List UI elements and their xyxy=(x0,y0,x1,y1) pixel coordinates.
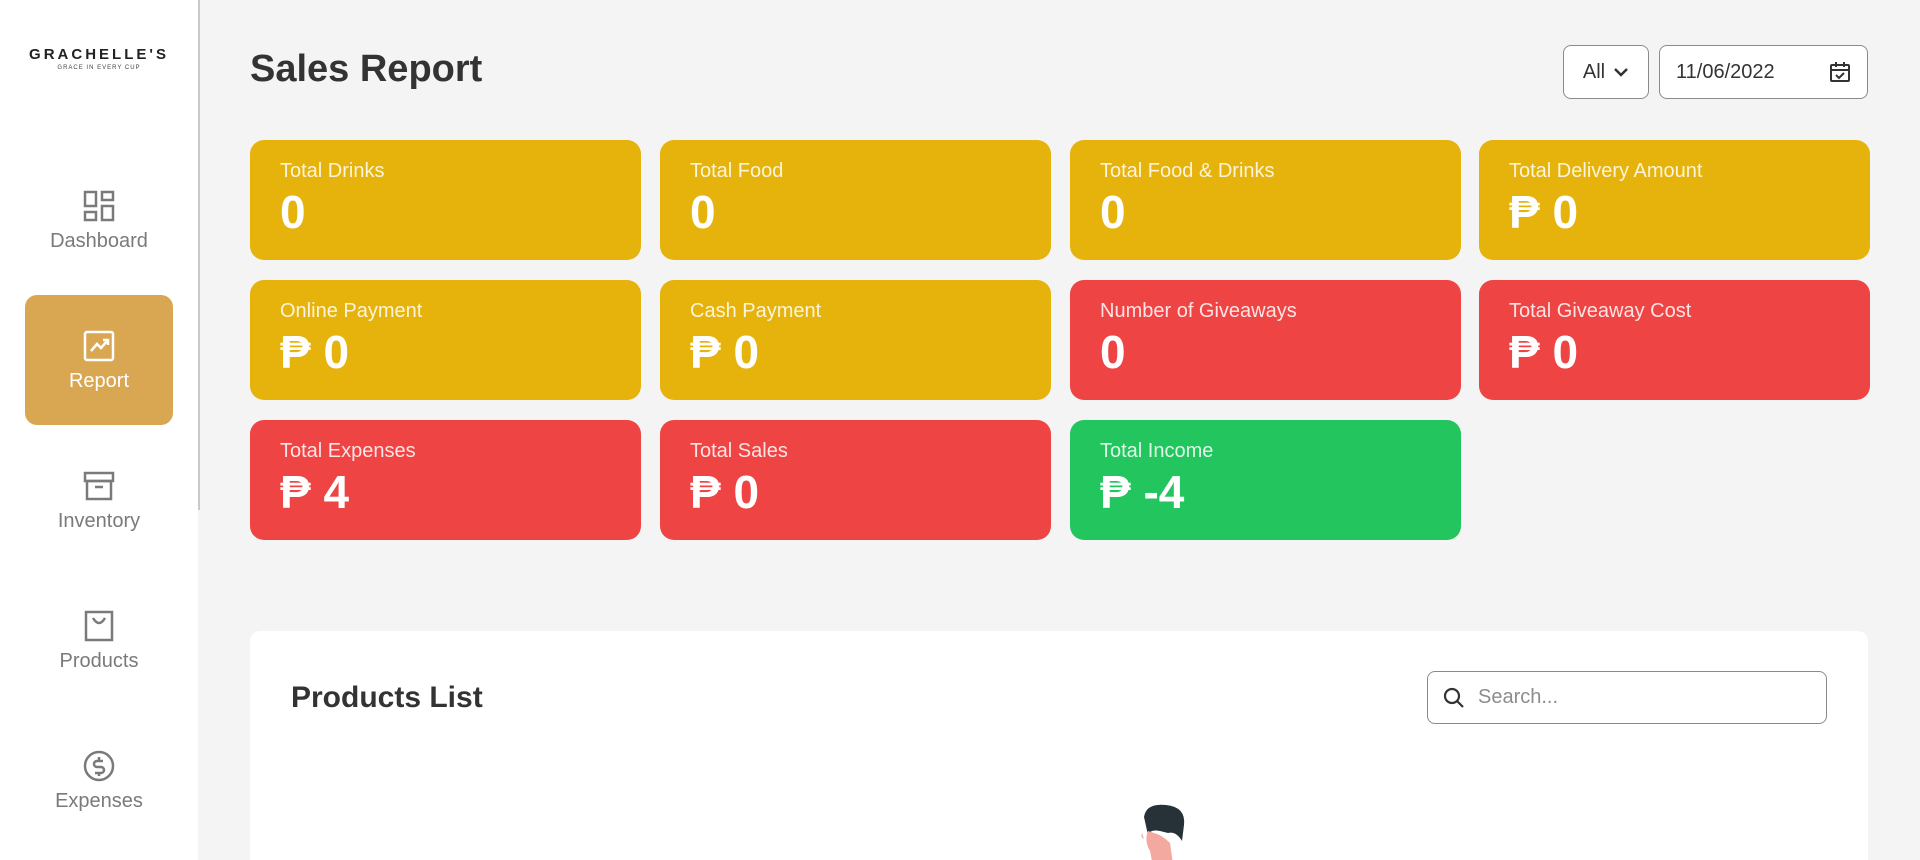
report-chart-icon xyxy=(83,330,115,361)
search-box[interactable] xyxy=(1427,671,1827,724)
stat-card-total-delivery-amount: Total Delivery Amount ₱ 0 xyxy=(1479,140,1870,260)
sidebar-item-label: Products xyxy=(59,649,139,672)
stat-card-online-payment: Online Payment ₱ 0 xyxy=(250,280,641,400)
stat-card-total-giveaway-cost: Total Giveaway Cost ₱ 0 xyxy=(1479,280,1870,400)
stat-card-total-food: Total Food 0 xyxy=(660,140,1051,260)
products-panel: Products List xyxy=(250,631,1868,860)
chevron-down-icon xyxy=(1614,68,1628,77)
sidebar-item-label: Expenses xyxy=(55,789,143,812)
card-value: ₱ 0 xyxy=(690,466,760,518)
stat-card-total-food-drinks: Total Food & Drinks 0 xyxy=(1070,140,1461,260)
sidebar: GRACHELLE'S GRACE IN EVERY CUP Dashboard… xyxy=(0,0,198,860)
card-label: Total Expenses xyxy=(280,440,416,462)
card-value: ₱ 4 xyxy=(280,466,350,518)
stat-card-total-drinks: Total Drinks 0 xyxy=(250,140,641,260)
card-value: ₱ 0 xyxy=(1509,186,1579,238)
card-value: ₱ 0 xyxy=(280,326,350,378)
sidebar-item-label: Report xyxy=(68,369,130,392)
stat-card-total-income: Total Income ₱ -4 xyxy=(1070,420,1461,540)
sidebar-divider xyxy=(198,0,200,510)
sidebar-item-inventory[interactable]: Inventory xyxy=(25,435,173,565)
filter-selected-value: All xyxy=(1582,60,1606,83)
brand-name: GRACHELLE'S xyxy=(29,46,169,63)
stat-card-total-expenses: Total Expenses ₱ 4 xyxy=(250,420,641,540)
search-icon xyxy=(1443,687,1464,708)
sidebar-item-products[interactable]: Products xyxy=(25,575,173,705)
date-input[interactable]: 11/06/2022 xyxy=(1659,45,1868,99)
products-list-title: Products List xyxy=(291,681,483,714)
calendar-check-icon[interactable] xyxy=(1829,61,1851,83)
dashboard-icon xyxy=(83,190,115,221)
empty-state-illustration xyxy=(1141,804,1185,860)
archive-box-icon xyxy=(83,471,115,500)
brand-logo[interactable]: GRACHELLE'S GRACE IN EVERY CUP xyxy=(0,46,198,71)
card-value: 0 xyxy=(280,186,306,238)
card-value: 0 xyxy=(690,186,716,238)
card-label: Total Delivery Amount xyxy=(1509,160,1703,182)
card-label: Online Payment xyxy=(280,300,423,322)
sidebar-item-dashboard[interactable]: Dashboard xyxy=(25,155,173,285)
page-title: Sales Report xyxy=(250,48,483,90)
search-input[interactable] xyxy=(1478,686,1808,709)
stat-card-cash-payment: Cash Payment ₱ 0 xyxy=(660,280,1051,400)
card-label: Total Food xyxy=(690,160,784,182)
brand-tagline: GRACE IN EVERY CUP xyxy=(57,65,141,71)
stat-card-number-of-giveaways: Number of Giveaways 0 xyxy=(1070,280,1461,400)
card-label: Number of Giveaways xyxy=(1100,300,1297,322)
date-value: 11/06/2022 xyxy=(1676,60,1775,83)
sidebar-item-label: Dashboard xyxy=(50,229,148,252)
card-label: Total Drinks xyxy=(280,160,385,182)
card-label: Total Giveaway Cost xyxy=(1509,300,1692,322)
card-label: Cash Payment xyxy=(690,300,822,322)
shopping-bag-icon xyxy=(84,610,114,641)
sidebar-item-expenses[interactable]: Expenses xyxy=(25,715,173,845)
card-label: Total Food & Drinks xyxy=(1100,160,1275,182)
card-label: Total Income xyxy=(1100,440,1214,462)
card-label: Total Sales xyxy=(690,440,788,462)
dollar-circle-icon xyxy=(83,750,115,781)
sidebar-item-label: Inventory xyxy=(57,509,141,532)
card-value: 0 xyxy=(1100,326,1126,378)
sidebar-item-report[interactable]: Report xyxy=(25,295,173,425)
card-value: ₱ -4 xyxy=(1100,466,1185,518)
card-value: ₱ 0 xyxy=(1509,326,1579,378)
stat-card-total-sales: Total Sales ₱ 0 xyxy=(660,420,1051,540)
card-value: 0 xyxy=(1100,186,1126,238)
filter-select[interactable]: All xyxy=(1563,45,1649,99)
card-value: ₱ 0 xyxy=(690,326,760,378)
